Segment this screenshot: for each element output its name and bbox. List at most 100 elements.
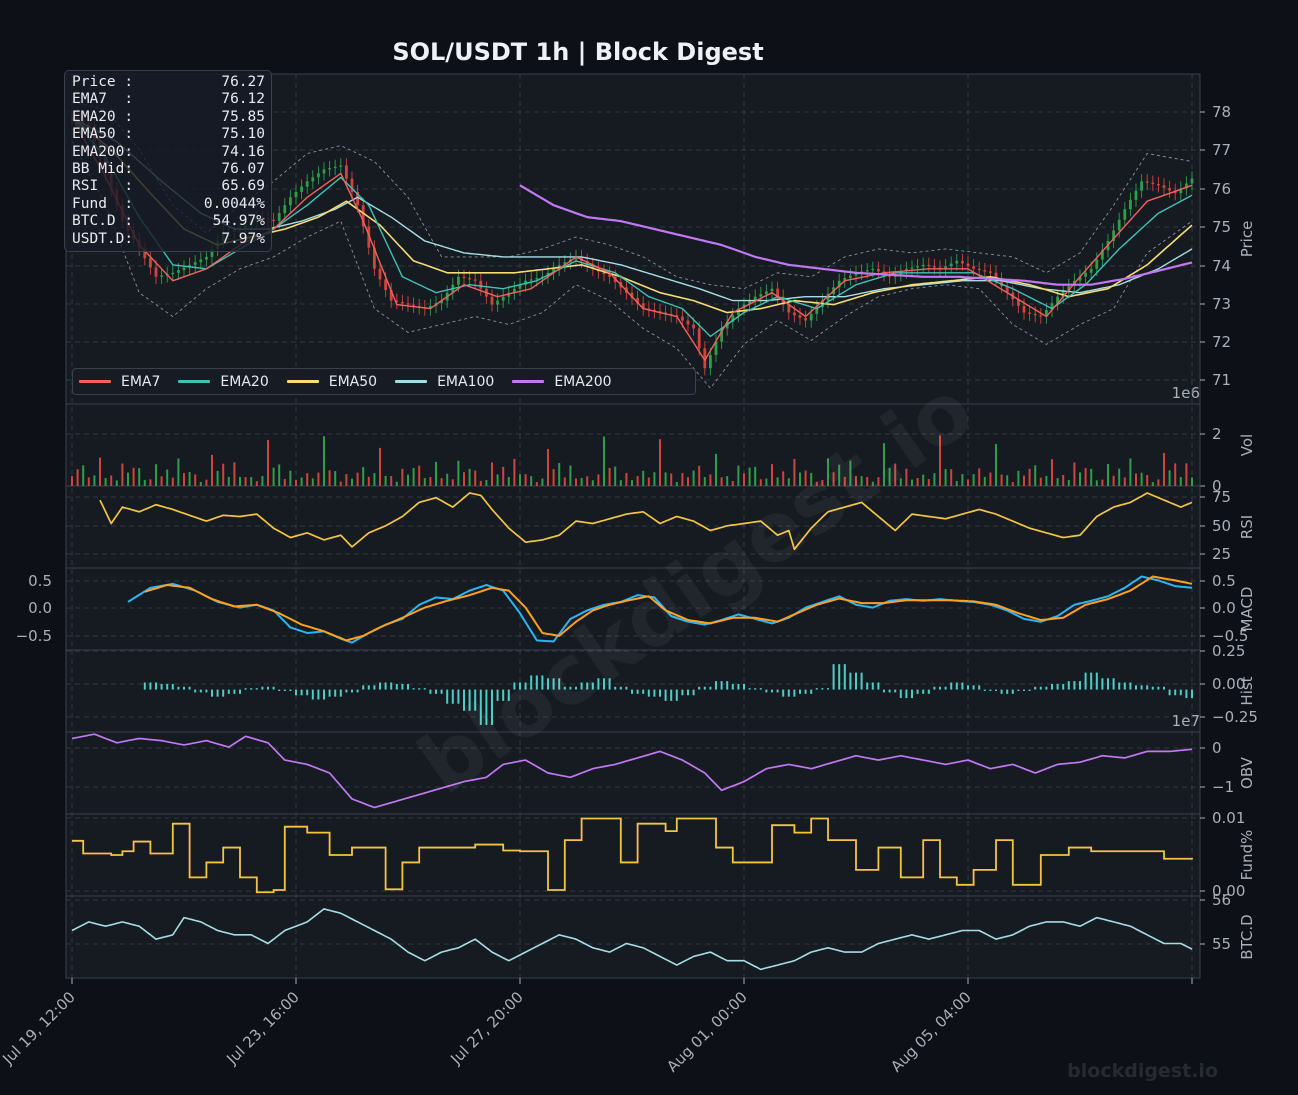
histogram-bar	[687, 689, 689, 696]
histogram-bar	[423, 688, 426, 690]
histogram-bar	[821, 688, 824, 690]
volume-bar	[188, 472, 191, 486]
info-row-ema50: EMA50 : 75.10	[72, 126, 265, 143]
histogram-bar	[1151, 686, 1154, 690]
volume-bar	[1090, 468, 1093, 486]
histogram-bar	[967, 685, 969, 690]
volume-bar	[502, 466, 505, 486]
candle-body	[1129, 199, 1132, 210]
info-row-bb-mid: BB Mid: 76.07	[72, 161, 265, 178]
histogram-bar	[670, 689, 673, 701]
volume-bar	[563, 477, 566, 486]
candle-body	[1022, 305, 1026, 313]
candle-body	[328, 168, 331, 170]
histogram-bar	[418, 688, 421, 690]
info-label: Price :	[72, 74, 134, 90]
candle-body	[177, 270, 180, 273]
y-tick-label: 2	[1212, 425, 1222, 443]
volume-bar	[278, 464, 281, 486]
volume-bar	[558, 463, 561, 486]
histogram-bar	[983, 689, 986, 691]
histogram-bar	[815, 688, 818, 690]
volume-bar	[653, 472, 656, 486]
volume-bar	[244, 477, 247, 486]
histogram-bar	[227, 689, 230, 694]
histogram-bar	[877, 682, 880, 690]
histogram-bar	[720, 681, 723, 690]
volume-bar	[306, 473, 309, 486]
histogram-bar	[905, 689, 908, 699]
volume-bar	[580, 478, 583, 486]
info-row-btcd: BTC.D : 54.97%	[72, 213, 265, 230]
histogram-bar	[681, 689, 684, 696]
histogram-bar	[1051, 683, 1053, 690]
histogram-bar	[435, 689, 437, 694]
info-row-fund: Fund : 0.0044%	[72, 196, 265, 213]
footer-brand: blockdigest.io	[1067, 1060, 1218, 1082]
histogram-bar	[659, 689, 661, 697]
volume-bar	[216, 470, 219, 486]
volume-bar	[614, 466, 617, 486]
histogram-bar	[1090, 672, 1093, 690]
volume-bar	[754, 466, 757, 486]
histogram-bar	[166, 683, 169, 690]
volume-bar	[127, 472, 129, 486]
volume-bar	[362, 467, 365, 486]
volume-bar	[93, 475, 96, 486]
volume-bar	[390, 475, 393, 486]
volume-bar	[1123, 477, 1126, 486]
legend-swatch	[395, 380, 428, 383]
info-value: 0.0044%	[203, 195, 265, 212]
histogram-bar	[289, 689, 292, 691]
candle-body	[300, 186, 303, 192]
volume-bar	[619, 480, 622, 486]
histogram-bar	[261, 686, 264, 690]
volume-bar	[1191, 477, 1193, 486]
info-value: 75.10	[221, 126, 265, 143]
candle-body	[289, 197, 292, 206]
y-tick-label: 78	[1212, 103, 1231, 121]
histogram-bar	[950, 682, 953, 690]
histogram-bar	[283, 689, 286, 691]
volume-bar	[1084, 468, 1087, 486]
candle-body	[294, 191, 298, 198]
volume-bar	[104, 477, 107, 486]
histogram-bar	[883, 689, 885, 693]
histogram-bar	[1118, 682, 1121, 690]
y-tick-label: 0.5	[1212, 572, 1236, 590]
info-label: USDT.D:	[72, 230, 134, 247]
volume-bar	[983, 476, 986, 486]
histogram-bar	[642, 689, 645, 694]
candle-body	[692, 324, 695, 329]
legend-swatch	[79, 380, 111, 383]
info-row-ema20: EMA20 : 75.85	[72, 109, 265, 126]
histogram-bar	[1107, 678, 1109, 690]
volume-bar	[597, 474, 600, 486]
panel-btcd	[65, 895, 1201, 979]
histogram-bar	[1079, 681, 1081, 690]
volume-bar	[412, 468, 415, 486]
candle-body	[927, 264, 931, 267]
histogram-bar	[726, 681, 729, 690]
histogram-bar	[759, 688, 762, 690]
chart-title: SOL/USDT 1h | Block Digest	[392, 38, 763, 66]
candle-body	[1162, 185, 1166, 188]
candle-body	[977, 268, 981, 271]
candle-body	[277, 213, 281, 222]
info-row-ema7: EMA7 : 76.12	[72, 91, 265, 108]
volume-bar	[950, 469, 953, 486]
volume-bar	[1168, 470, 1171, 486]
info-label: EMA200:	[72, 143, 134, 160]
histogram-bar	[888, 689, 891, 693]
histogram-bar	[446, 689, 449, 704]
candle-body	[339, 165, 343, 167]
candle-body	[709, 354, 712, 369]
volume-bar	[1017, 470, 1020, 486]
histogram-bar	[1062, 683, 1065, 690]
volume-bar	[1129, 458, 1132, 486]
histogram-bar	[367, 685, 370, 690]
histogram-bar	[1006, 689, 1009, 694]
volume-bar	[961, 474, 964, 486]
histogram-bar	[838, 664, 841, 690]
histogram-bar	[255, 688, 258, 690]
